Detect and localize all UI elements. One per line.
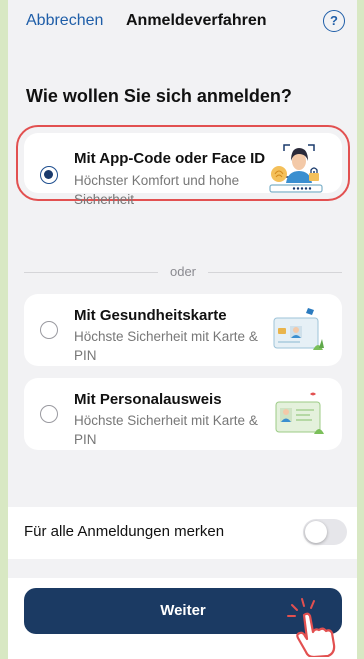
remember-toggle[interactable] [303,519,347,545]
face-id-illustration-icon [269,144,323,193]
option-description: Höchster Komfort und hohe Sicherheit [74,173,240,207]
option-health-card[interactable]: Mit Gesundheitskarte Höchste Sicherheit … [24,294,342,366]
navigation-bar: Abbrechen Anmeldeverfahren ? [8,0,357,46]
page-title: Anmeldeverfahren [126,12,267,29]
option-description: Höchste Sicherheit mit Karte & PIN [74,413,258,447]
remember-row: Für alle Anmeldungen merken [8,507,357,559]
tap-hand-icon [287,598,336,657]
health-card-illustration-icon [273,308,324,350]
app-screen: Abbrechen Anmeldeverfahren ? Wie wollen … [8,0,357,659]
id-card-illustration-icon [275,392,324,434]
option-app-code-face-id[interactable]: Mit App-Code oder Face ID Höchster Komfo… [16,125,350,207]
help-icon[interactable]: ? [323,10,345,32]
radio-button[interactable] [40,405,58,423]
option-title: Mit Gesundheitskarte [74,307,227,324]
divider-line [208,272,342,273]
or-divider: oder [24,264,342,279]
option-title: Mit Personalausweis [74,391,222,408]
option-title: Mit App-Code oder Face ID [74,150,266,167]
option-description: Höchste Sicherheit mit Karte & PIN [74,329,258,363]
section-heading: Wie wollen Sie sich anmelden? [26,86,292,106]
option-id-card[interactable]: Mit Personalausweis Höchste Sicherheit m… [24,378,342,450]
remember-label: Für alle Anmeldungen merken [24,523,225,540]
radio-button-selected[interactable] [40,166,58,184]
cancel-button[interactable]: Abbrechen [26,12,103,30]
radio-button[interactable] [40,321,58,339]
